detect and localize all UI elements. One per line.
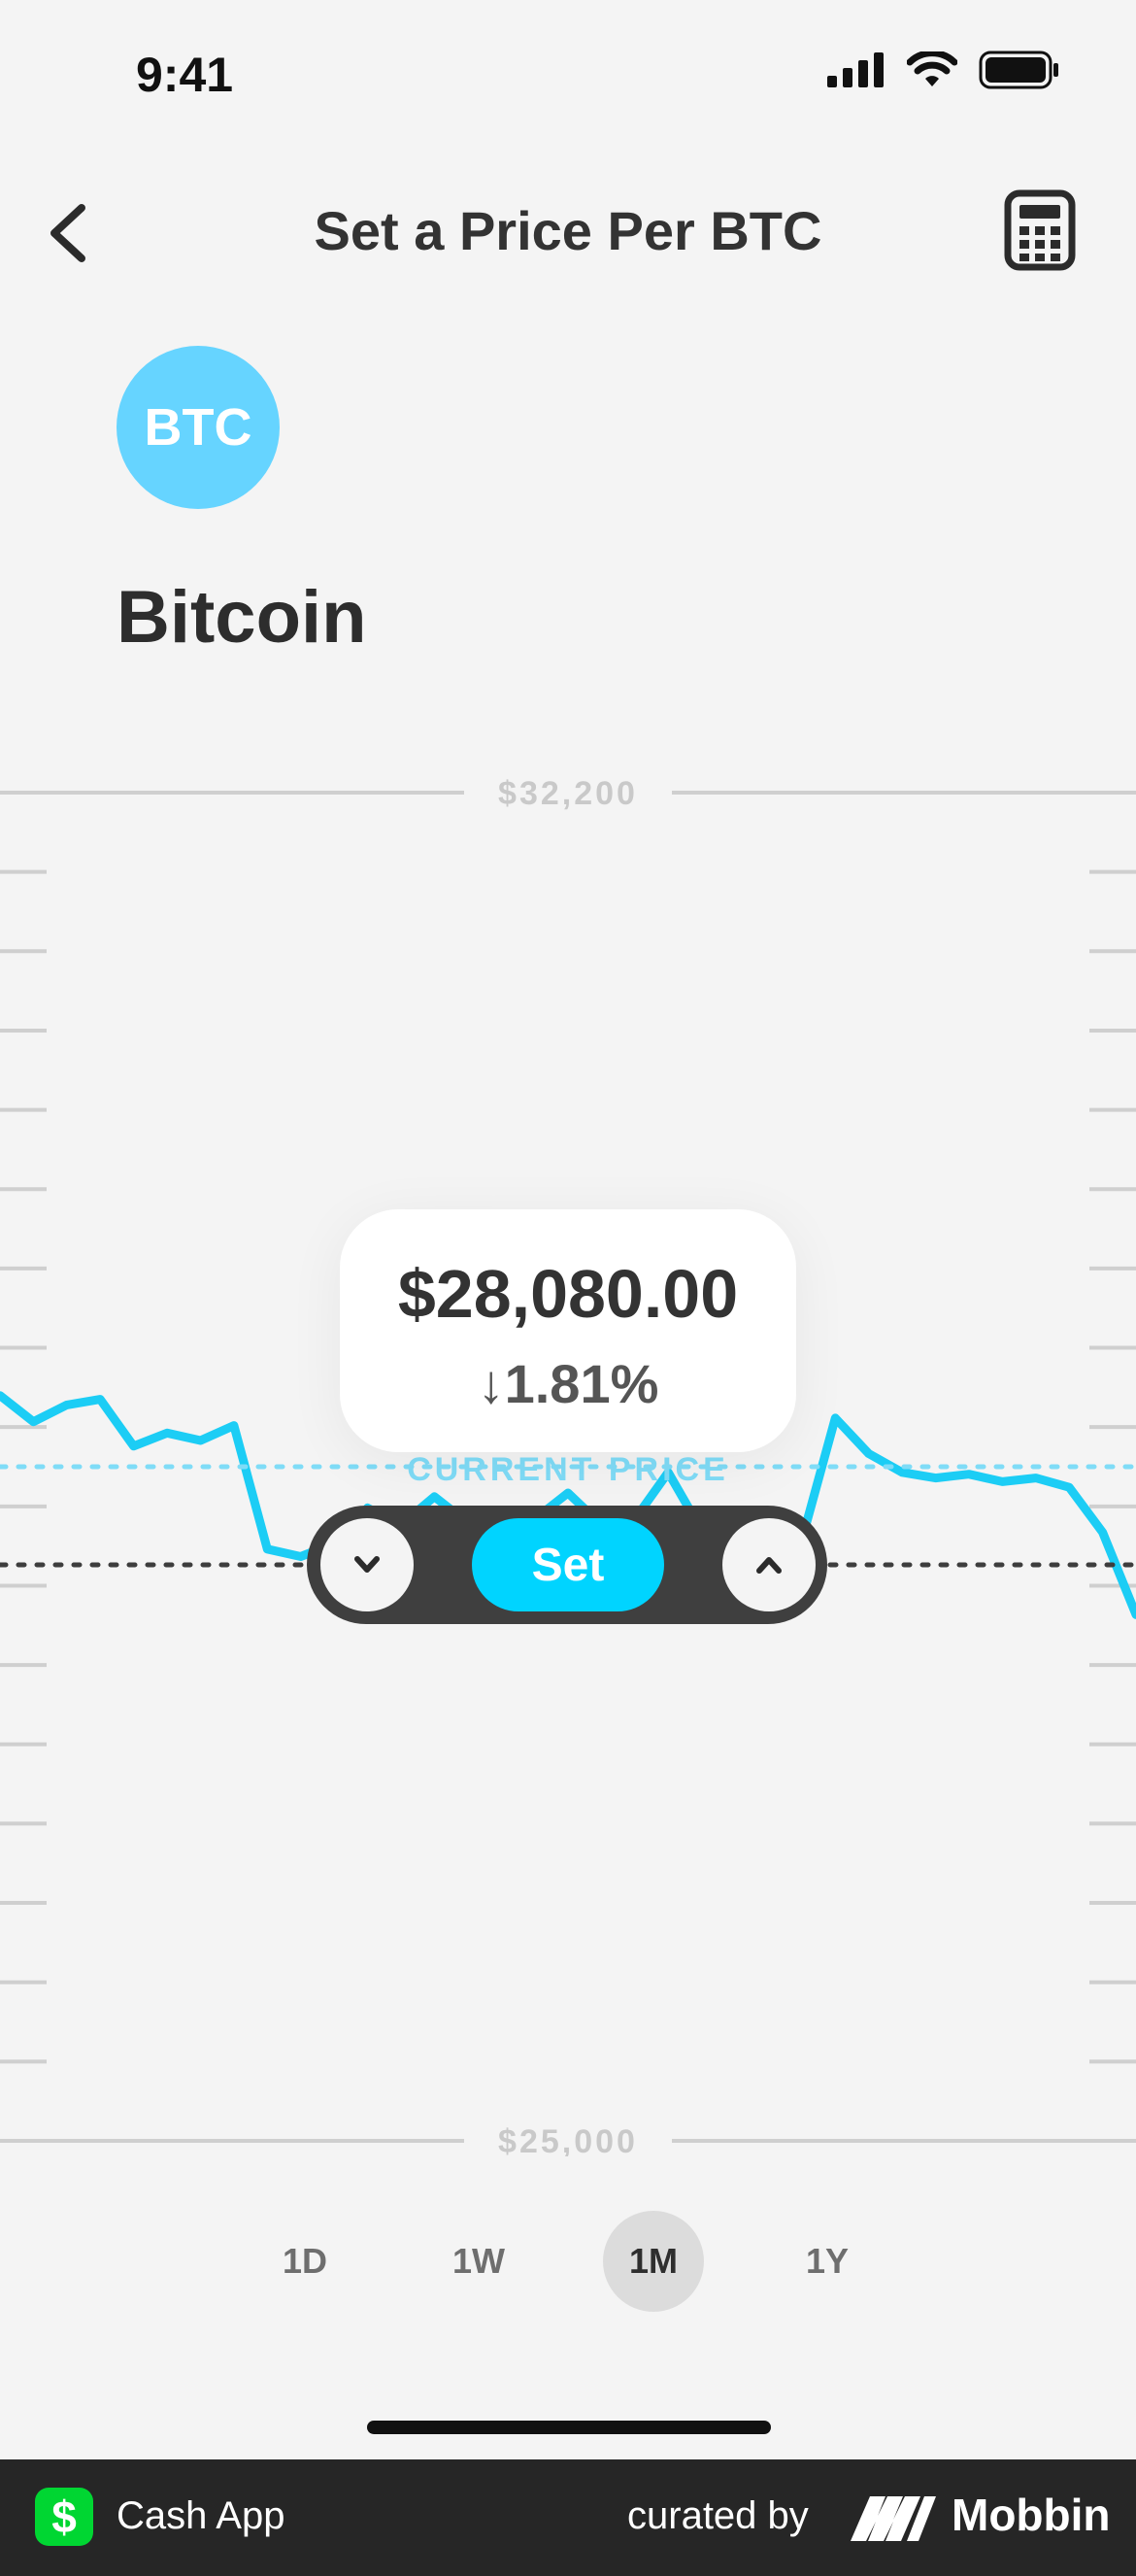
home-indicator: [367, 2421, 771, 2434]
range-tab-1y[interactable]: 1Y: [777, 2211, 878, 2312]
footer-brand: Mobbin: [952, 2490, 1111, 2540]
asset-name: Bitcoin: [117, 576, 367, 659]
range-tab-1d[interactable]: 1D: [254, 2211, 355, 2312]
signal-icon: [827, 52, 884, 87]
battery-icon: [979, 51, 1058, 89]
current-price-label: CURRENT PRICE: [407, 1451, 729, 1488]
set-button[interactable]: Set: [472, 1518, 664, 1611]
wifi-icon: [907, 51, 957, 86]
status-time: 9:41: [136, 48, 234, 102]
y-max-label: $32,200: [498, 775, 638, 812]
y-min-label: $25,000: [498, 2123, 638, 2156]
increase-button[interactable]: [722, 1518, 816, 1611]
decrease-button[interactable]: [320, 1518, 414, 1611]
tooltip-change: ↓1.81%: [340, 1352, 796, 1415]
tooltip-price: $28,080.00: [397, 1256, 739, 1332]
footer-curated-by: curated by: [627, 2494, 809, 2537]
chevron-up-icon: [756, 1557, 782, 1574]
chevron-down-icon: [354, 1556, 380, 1573]
change-percent: 1.81%: [504, 1353, 659, 1414]
calculator-button[interactable]: [1004, 189, 1076, 271]
btc-badge: BTC: [117, 346, 280, 509]
page-title: Set a Price Per BTC: [314, 200, 822, 261]
arrow-down-icon: ↓: [477, 1353, 505, 1414]
cash-app-logo: $: [35, 2488, 93, 2546]
footer-app-name: Cash App: [117, 2494, 285, 2537]
range-tab-1m[interactable]: 1M: [603, 2211, 704, 2312]
mobbin-logo-icon: [851, 2496, 936, 2541]
calculator-icon: [1004, 189, 1076, 271]
status-icons: [827, 51, 1060, 89]
range-tab-1w[interactable]: 1W: [428, 2211, 529, 2312]
